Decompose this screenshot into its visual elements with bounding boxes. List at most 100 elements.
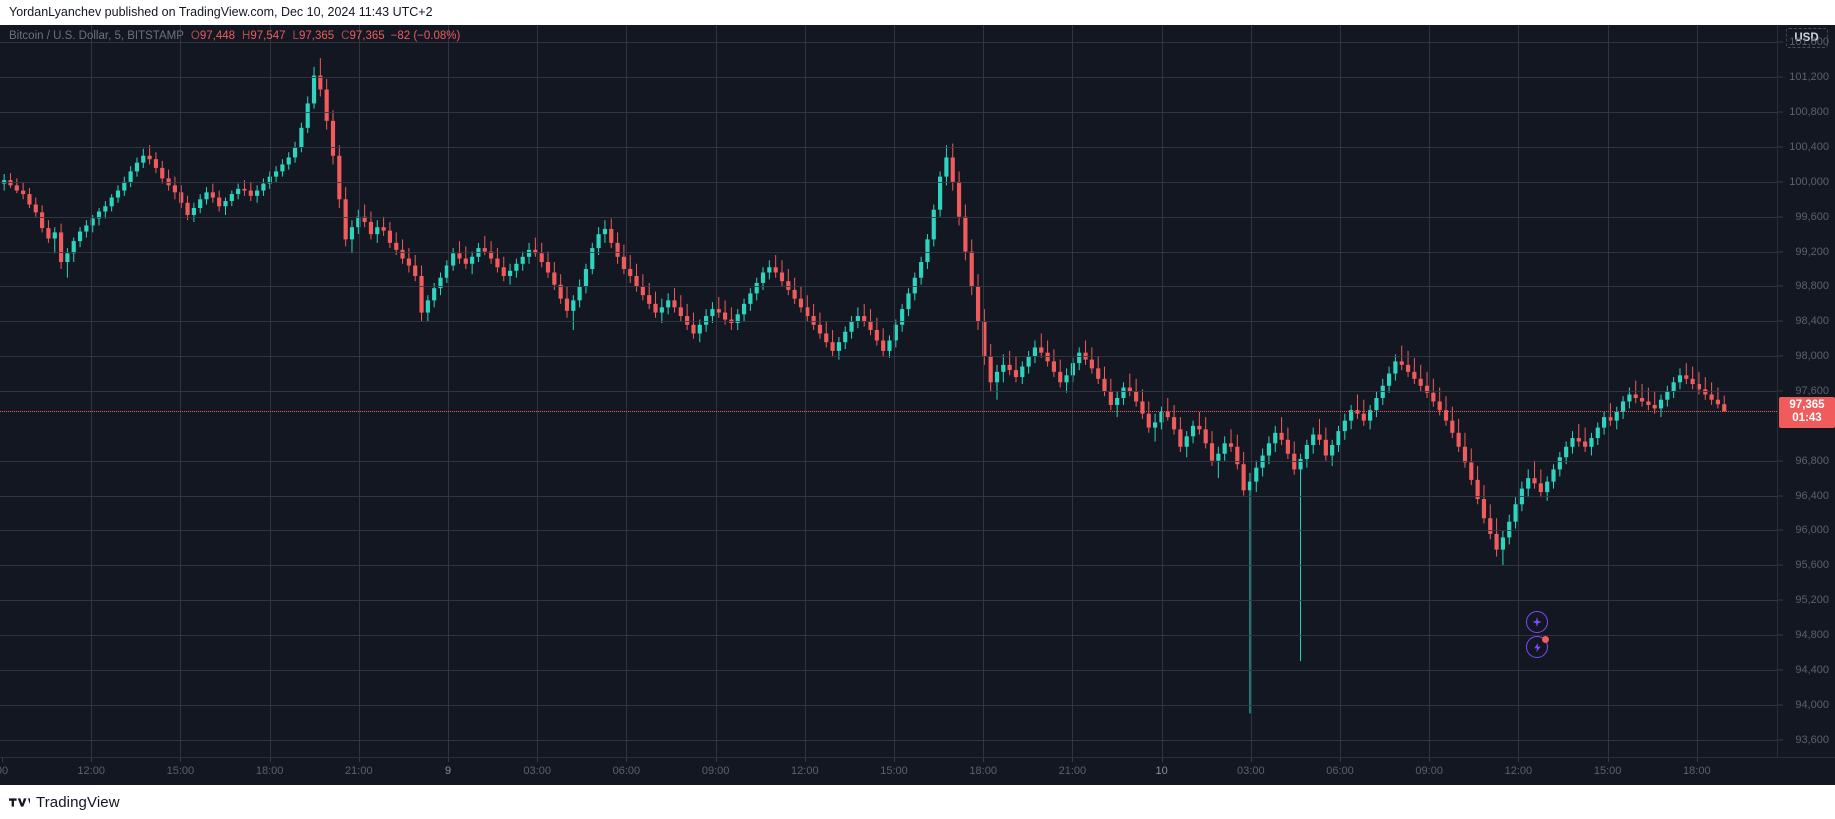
candle-body — [495, 258, 500, 268]
candle-body — [337, 155, 342, 200]
candle-body — [1393, 361, 1398, 374]
current-price-value: 97,365 — [1789, 399, 1825, 412]
time-tick-label: 18:00 — [969, 765, 997, 777]
candle-body — [1311, 434, 1316, 446]
price-tick-label: 101,200 — [1789, 71, 1829, 84]
plot-area[interactable] — [0, 25, 1777, 757]
price-tick-label: 98,800 — [1795, 280, 1829, 293]
candle-body — [65, 253, 70, 263]
candle-body — [153, 159, 159, 168]
candle-body — [748, 293, 753, 304]
chart-legend[interactable]: Bitcoin / U.S. Dollar, 5, BITSTAMP O97,44… — [9, 29, 460, 43]
candle-body — [716, 309, 721, 313]
price-tick-label: 94,800 — [1795, 629, 1829, 641]
candle-body — [1646, 401, 1651, 405]
candle-body — [242, 188, 247, 191]
candle-body — [191, 208, 196, 215]
time-tick-label: 18:00 — [1683, 765, 1711, 777]
candle-body — [1450, 420, 1455, 433]
candle-body — [1273, 432, 1278, 444]
price-tick-label: 97,600 — [1795, 385, 1829, 397]
gridline-horizontal — [0, 391, 1777, 392]
time-tickmark — [1072, 758, 1074, 762]
candle-body — [520, 256, 525, 264]
price-tickmark — [1778, 390, 1783, 392]
gridline-horizontal — [0, 565, 1777, 567]
price-tickmark — [1778, 111, 1783, 113]
candle-body — [1665, 391, 1670, 400]
candle-body — [1153, 422, 1158, 428]
time-axis[interactable]: 00 12:00 15:00 18:00 21:00 9 03:00 06:00 09:00 12… — [0, 757, 1835, 785]
candle-body — [583, 269, 589, 287]
candle-body — [425, 300, 430, 313]
candle-body — [1304, 445, 1309, 459]
candle-body — [1456, 432, 1461, 447]
time-tick-label: 21:00 — [1058, 765, 1087, 777]
price-tick-label: 99,200 — [1795, 245, 1829, 258]
alerts-button[interactable] — [1526, 636, 1549, 658]
gridline-vertical — [358, 25, 360, 757]
gridline-vertical — [1072, 25, 1074, 757]
ai-assistant-button[interactable] — [1526, 611, 1548, 633]
price-tickmark — [1778, 669, 1783, 671]
chart-container[interactable]: Bitcoin / U.S. Dollar, 5, BITSTAMP O97,44… — [0, 25, 1835, 785]
candle-body — [754, 282, 759, 294]
low-value: L97,365 — [292, 30, 335, 42]
candle-body — [172, 185, 177, 193]
gridline-horizontal — [0, 321, 1777, 323]
candle-body — [1121, 387, 1126, 398]
candle-body — [77, 231, 83, 242]
gridline-horizontal — [0, 216, 1777, 218]
price-tickmark — [1778, 495, 1783, 497]
gridline-vertical — [269, 25, 271, 757]
symbol-label[interactable]: Bitcoin / U.S. Dollar, 5, BITSTAMP — [9, 30, 184, 42]
time-tickmark — [1607, 758, 1609, 762]
candle-body — [413, 265, 418, 276]
candle-body — [944, 157, 949, 177]
current-price-badge[interactable]: 97,365 01:43 — [1779, 397, 1835, 429]
time-tickmark — [1518, 758, 1520, 762]
candle-body — [27, 194, 32, 205]
candle-body — [1342, 420, 1347, 432]
candle-body — [1639, 397, 1645, 402]
candle-body — [1551, 469, 1556, 482]
gridline-vertical — [1250, 25, 1252, 757]
candle-body — [805, 307, 810, 317]
candle-body — [40, 212, 45, 229]
candle-body — [564, 298, 570, 311]
candle-body — [217, 197, 222, 207]
price-tickmark — [1778, 634, 1783, 636]
price-tickmark — [1778, 599, 1783, 601]
candle-body — [1216, 453, 1221, 461]
candle-body — [1374, 397, 1379, 411]
price-tick-label: 96,400 — [1795, 489, 1829, 502]
candle-body — [906, 293, 911, 310]
time-tickmark — [1340, 758, 1341, 762]
candle-body — [1323, 439, 1328, 456]
candle-body — [615, 242, 620, 257]
time-tickmark — [804, 758, 806, 762]
candle-body — [672, 300, 677, 308]
candle-body — [204, 192, 209, 200]
candle-body — [602, 228, 608, 235]
gridline-vertical — [715, 25, 717, 757]
tradingview-chart-screenshot: YordanLyanchev published on TradingView.… — [0, 0, 1835, 819]
candle-body — [963, 216, 968, 252]
candle-body — [198, 199, 203, 208]
gridline-vertical — [983, 25, 985, 757]
candle-body — [1026, 356, 1031, 367]
candle-body — [994, 371, 1000, 383]
candle-body — [122, 181, 127, 191]
candle-body — [666, 300, 671, 308]
candle-body — [1134, 391, 1139, 402]
candle-body — [741, 303, 747, 315]
candle-body — [1652, 404, 1657, 409]
price-tick-label: 94,000 — [1795, 698, 1829, 711]
price-axis[interactable]: USD 101,600 101,200 100,800 100,400 100,000 9… — [1777, 25, 1835, 757]
candle-body — [248, 190, 253, 196]
candle-body — [545, 262, 551, 273]
gridline-horizontal — [0, 147, 1777, 148]
candle-body — [1620, 401, 1626, 412]
price-tick-label: 94,400 — [1795, 663, 1829, 676]
candle-body — [1386, 373, 1392, 386]
